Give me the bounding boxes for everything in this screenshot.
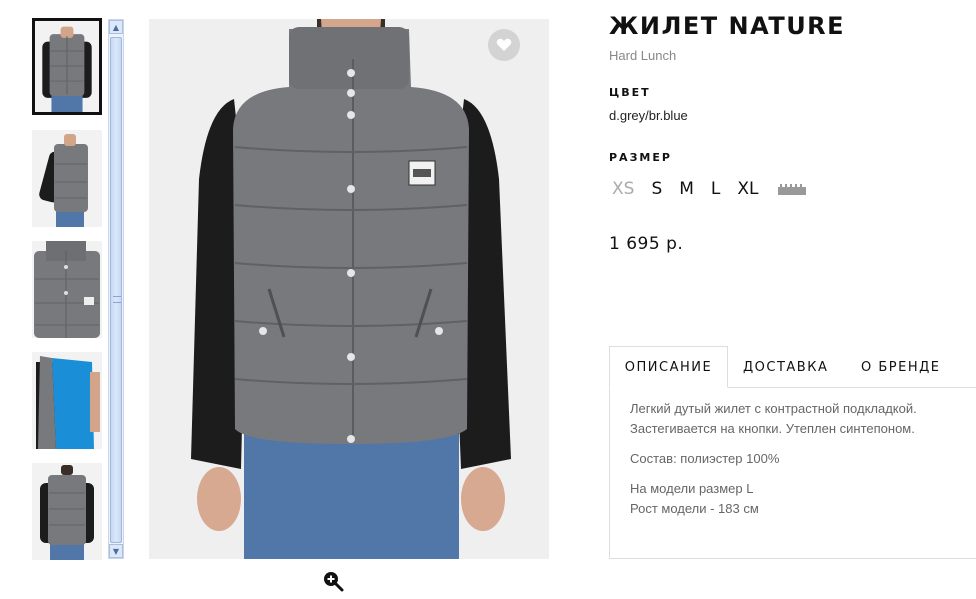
ruler-icon[interactable]: [777, 183, 806, 195]
model-height-text: Рост модели - 183 см: [630, 501, 759, 516]
scroll-down-arrow-icon[interactable]: ▼: [109, 544, 123, 558]
size-option-m[interactable]: M: [679, 179, 694, 199]
size-option-s[interactable]: S: [651, 179, 662, 199]
thumbnail-detail[interactable]: [32, 241, 102, 338]
composition-text: Состав: полиэстер 100%: [630, 451, 780, 466]
main-product-image[interactable]: [149, 19, 549, 559]
zoom-in-icon: [324, 572, 344, 592]
favorite-button[interactable]: [488, 29, 520, 61]
scrollbar-grip: [113, 296, 121, 303]
size-label: РАЗМЕР: [609, 151, 672, 164]
description-line-2: Застегивается на кнопки. Утеплен синтепо…: [630, 421, 915, 436]
thumbnail-lining[interactable]: [32, 352, 102, 449]
size-selector: XS S M L XL: [612, 179, 806, 199]
size-option-l[interactable]: L: [711, 179, 720, 199]
color-label: ЦВЕТ: [609, 86, 651, 99]
description-line-1: Легкий дутый жилет с контрастной подклад…: [630, 401, 917, 416]
product-price: 1 695 р.: [609, 234, 684, 254]
product-title: ЖИЛЕТ NATURE: [609, 12, 846, 40]
size-option-xs: XS: [612, 179, 635, 199]
brand-link[interactable]: Hard Lunch: [609, 48, 676, 63]
thumbnail-front[interactable]: [32, 18, 102, 115]
model-size-text: На модели размер L: [630, 481, 754, 496]
product-tabs: ОПИСАНИЕ ДОСТАВКА О БРЕНДЕ: [609, 346, 976, 388]
tab-description[interactable]: ОПИСАНИЕ: [609, 346, 728, 388]
scrollbar-thumb[interactable]: [110, 37, 122, 543]
heart-icon: [496, 38, 512, 51]
scroll-up-arrow-icon[interactable]: ▲: [109, 20, 123, 34]
tab-delivery[interactable]: ДОСТАВКА: [743, 346, 828, 388]
color-value: d.grey/br.blue: [609, 108, 688, 123]
thumbnail-scrollbar[interactable]: ▲ ▼: [108, 19, 124, 559]
size-option-xl[interactable]: XL: [737, 179, 758, 199]
zoom-button[interactable]: [322, 570, 344, 592]
thumbnail-back[interactable]: [32, 463, 102, 560]
thumbnail-side[interactable]: [32, 130, 102, 227]
tab-panel-description: Легкий дутый жилет с контрастной подклад…: [609, 387, 976, 559]
tab-about-brand[interactable]: О БРЕНДЕ: [861, 346, 940, 388]
